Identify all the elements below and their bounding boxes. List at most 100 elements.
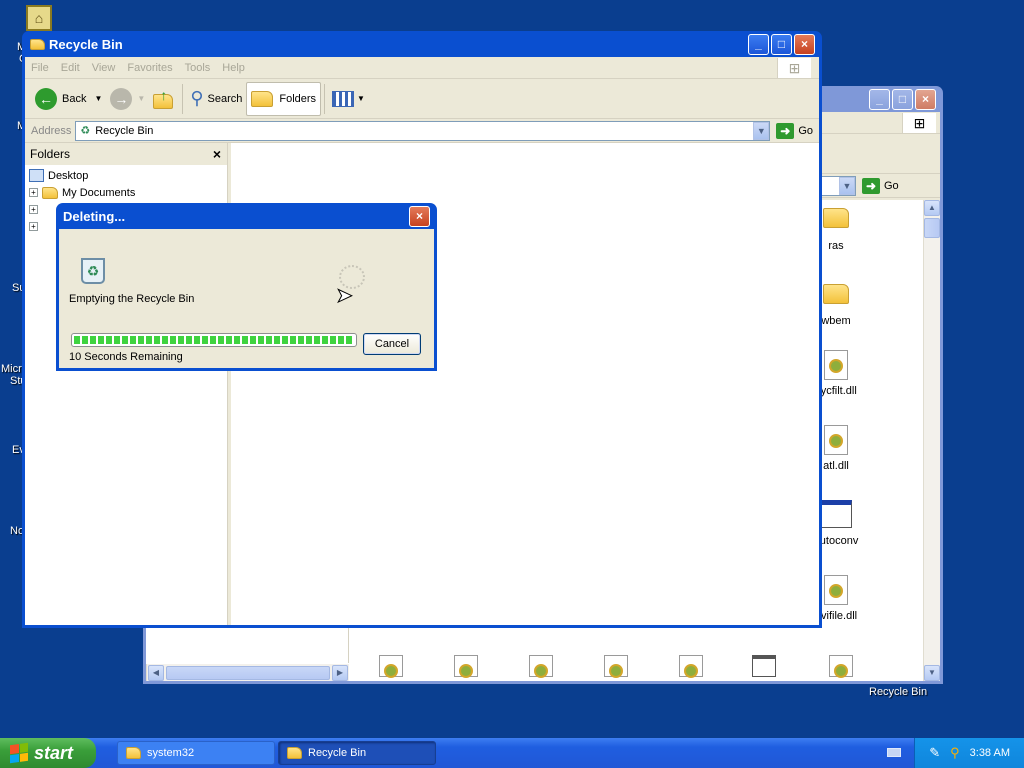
dll-file-icon[interactable] — [454, 655, 478, 678]
window-title: Recycle Bin — [49, 36, 123, 52]
cancel-button[interactable]: Cancel — [363, 333, 421, 355]
recycle-bin-icon: ♻ — [81, 258, 105, 284]
dialog-titlebar[interactable]: Deleting... × — [59, 203, 434, 229]
taskbar-item-system32[interactable]: system32 — [117, 741, 275, 765]
expand-icon[interactable]: + — [29, 188, 38, 197]
clock: 3:38 AM — [969, 747, 1010, 759]
minimize-button[interactable]: _ — [748, 33, 769, 55]
toolbar: ← Back ▼ → ▼ ↑ ⚲ Search Folders ▼ — [25, 79, 819, 119]
back-button[interactable]: ← Back ▼ — [31, 82, 106, 116]
dialog-message: Emptying the Recycle Bin — [69, 293, 195, 305]
forward-button[interactable]: → ▼ — [106, 82, 149, 116]
scroll-down-icon[interactable]: ▼ — [924, 665, 940, 681]
tree-item-label: My Documents — [62, 186, 136, 199]
address-dropdown-icon[interactable]: ▼ — [753, 121, 770, 140]
progress-block — [266, 336, 272, 344]
system32-go-button[interactable]: ➜ Go — [856, 177, 905, 194]
scroll-left-icon[interactable]: ◀ — [148, 664, 164, 681]
start-label: start — [34, 742, 74, 763]
back-label: Back — [62, 92, 87, 105]
maximize-button[interactable]: □ — [771, 33, 792, 55]
taskbar-item-label: Recycle Bin — [308, 747, 367, 759]
application-icon — [820, 500, 852, 528]
expand-icon[interactable]: + — [29, 205, 38, 214]
close-button[interactable]: × — [915, 88, 936, 110]
menu-view[interactable]: View — [86, 62, 122, 74]
progress-block — [74, 336, 80, 344]
progress-block — [298, 336, 304, 344]
dll-file-icon[interactable] — [679, 655, 703, 678]
time-remaining: 10 Seconds Remaining — [69, 351, 183, 363]
progress-block — [90, 336, 96, 344]
dll-file-icon[interactable] — [379, 655, 403, 678]
menu-tools[interactable]: Tools — [179, 62, 217, 74]
application-icon[interactable] — [752, 655, 776, 677]
progress-block — [138, 336, 144, 344]
dll-file-icon[interactable] — [604, 655, 628, 678]
taskbar-item-recycle-bin[interactable]: Recycle Bin — [278, 741, 436, 765]
progress-block — [322, 336, 328, 344]
close-button[interactable]: × — [794, 33, 815, 55]
mouse-cursor-icon: ➤ — [336, 285, 354, 307]
deleting-dialog[interactable]: Deleting... × ♻ Emptying the Recycle Bin… — [56, 203, 437, 371]
desktop-recycle-bin-label[interactable]: Recycle Bin — [869, 686, 927, 698]
tree-item-desktop[interactable]: Desktop — [25, 167, 227, 184]
menu-edit[interactable]: Edit — [55, 62, 86, 74]
progress-block — [202, 336, 208, 344]
address-dropdown-icon[interactable]: ▼ — [839, 176, 855, 195]
maximize-button[interactable]: □ — [892, 88, 913, 110]
address-field[interactable]: ♻ Recycle Bin ▼ — [75, 120, 771, 141]
forward-arrow-icon: → — [110, 87, 133, 110]
views-icon — [332, 90, 355, 107]
go-button[interactable]: ➜ Go — [770, 122, 819, 139]
chevron-down-icon[interactable]: ▼ — [357, 94, 365, 103]
views-button[interactable]: ▼ — [328, 82, 369, 116]
windows-flag-icon — [10, 742, 28, 764]
chevron-down-icon[interactable]: ▼ — [137, 94, 145, 103]
menubar: File Edit View Favorites Tools Help ⊞ — [25, 57, 819, 79]
tree-item-label: Desktop — [48, 169, 89, 182]
up-folder-button[interactable]: ↑ — [149, 82, 179, 116]
menu-help[interactable]: Help — [216, 62, 251, 74]
progress-block — [234, 336, 240, 344]
progress-block — [346, 336, 352, 344]
folders-icon — [251, 90, 274, 107]
folder-icon — [126, 747, 141, 759]
progress-block — [226, 336, 232, 344]
horizontal-scrollbar[interactable]: ◀ ▶ — [146, 664, 349, 681]
expand-icon[interactable]: + — [29, 222, 38, 231]
network-icon[interactable]: ✎ — [929, 745, 940, 761]
dll-file-icon[interactable] — [829, 655, 853, 678]
progress-block — [250, 336, 256, 344]
hscroll-thumb[interactable] — [166, 665, 330, 680]
go-label: Go — [884, 179, 899, 192]
progress-block — [106, 336, 112, 344]
scroll-right-icon[interactable]: ▶ — [332, 664, 348, 681]
minimize-button[interactable]: _ — [869, 88, 890, 110]
start-button[interactable]: start — [0, 738, 96, 768]
chevron-down-icon[interactable]: ▼ — [94, 94, 102, 103]
folders-button[interactable]: Folders — [246, 81, 322, 116]
tree-item-my-documents[interactable]: + My Documents — [25, 184, 227, 201]
desktop-icon-top[interactable]: ⌂ — [26, 5, 52, 31]
menu-file[interactable]: File — [25, 62, 55, 74]
windows-logo-icon: ⊞ — [777, 58, 811, 78]
menu-favorites[interactable]: Favorites — [121, 62, 178, 74]
folder-icon — [29, 37, 45, 51]
vertical-scrollbar[interactable]: ▲ ▼ — [923, 200, 940, 681]
dll-file-icon[interactable] — [529, 655, 553, 678]
go-label: Go — [798, 124, 813, 137]
progress-block — [290, 336, 296, 344]
scroll-up-icon[interactable]: ▲ — [924, 200, 940, 216]
folders-label: Folders — [279, 92, 317, 105]
search-tray-icon[interactable]: ⚲ — [950, 745, 960, 761]
go-arrow-icon: ➜ — [862, 177, 880, 194]
close-icon[interactable]: × — [213, 146, 221, 162]
recycle-bin-titlebar[interactable]: Recycle Bin _ □ × — [25, 31, 819, 57]
close-button[interactable]: × — [409, 205, 430, 227]
search-icon: ⚲ — [190, 88, 204, 108]
windows-logo-icon: ⊞ — [902, 113, 936, 133]
search-button[interactable]: ⚲ Search — [186, 82, 246, 116]
keyboard-icon[interactable] — [887, 748, 901, 757]
scroll-thumb[interactable] — [924, 218, 940, 238]
